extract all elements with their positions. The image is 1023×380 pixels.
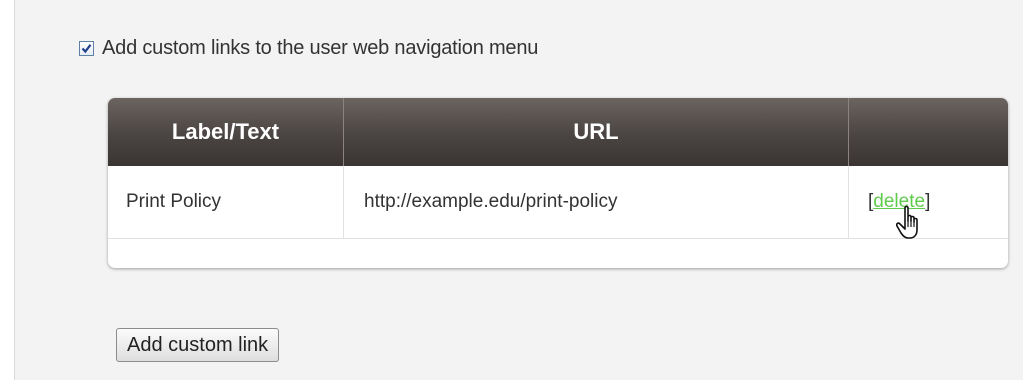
column-header-label: Label/Text: [108, 98, 344, 166]
custom-links-checkbox[interactable]: [79, 40, 94, 56]
table-header: Label/Text URL: [108, 98, 1008, 166]
hand-pointer-icon: [896, 205, 918, 239]
table-footer-row: [108, 239, 1008, 267]
add-custom-link-button[interactable]: Add custom link: [116, 328, 280, 362]
custom-links-table: Label/Text URL Print Policy http://examp…: [108, 98, 1008, 268]
table-row: Print Policy http://example.edu/print-po…: [108, 166, 1008, 239]
link-action-cell: [delete]: [849, 166, 1008, 239]
link-url-cell: http://example.edu/print-policy: [344, 166, 849, 238]
custom-links-label: Add custom links to the user web navigat…: [102, 36, 539, 59]
custom-links-option: Add custom links to the user web navigat…: [79, 34, 538, 62]
column-header-actions: [849, 98, 1008, 166]
checkmark-icon: [81, 43, 92, 53]
column-header-url: URL: [344, 98, 849, 166]
link-label-cell: Print Policy: [108, 166, 344, 238]
